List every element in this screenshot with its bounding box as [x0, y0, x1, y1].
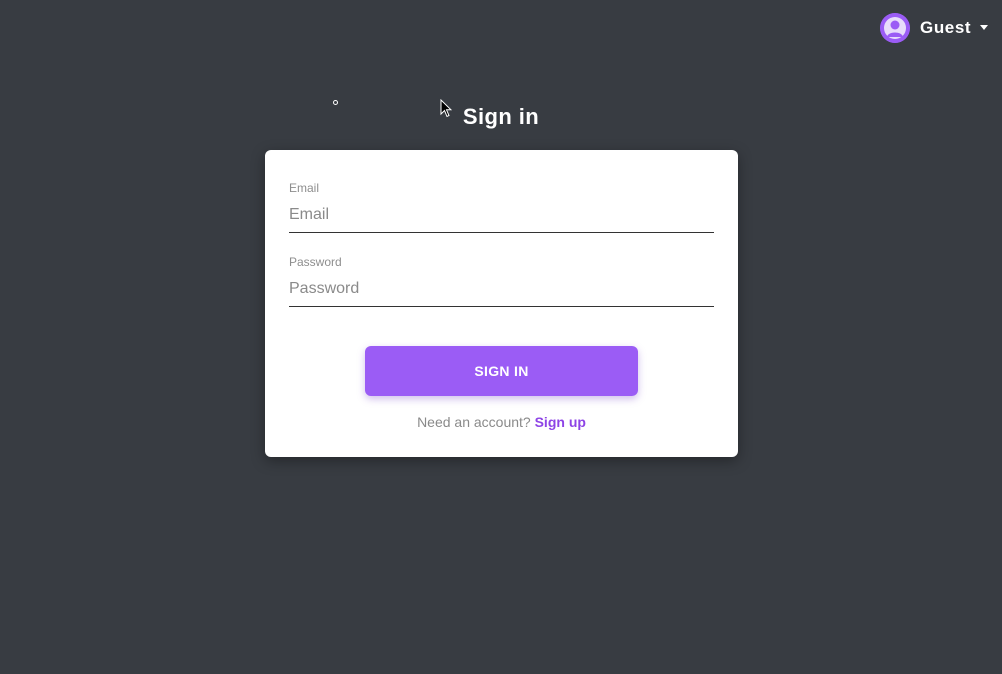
user-menu[interactable]: Guest	[880, 13, 989, 43]
signup-prompt-text: Need an account?	[417, 414, 531, 430]
sign-in-button[interactable]: SIGN IN	[365, 346, 638, 396]
page: Guest Sign in Email Password SIGN IN Nee…	[0, 0, 1002, 674]
page-title: Sign in	[462, 104, 540, 129]
signin-card: Email Password SIGN IN Need an account? …	[265, 150, 738, 457]
signup-prompt-line: Need an account? Sign up	[265, 414, 738, 430]
password-label: Password	[289, 255, 342, 269]
email-label: Email	[289, 181, 320, 195]
caret-down-icon[interactable]	[980, 24, 989, 30]
user-name[interactable]: Guest	[920, 18, 971, 38]
cursor-dot-icon	[333, 100, 338, 105]
mouse-cursor-icon	[440, 98, 453, 123]
user-avatar-icon	[880, 13, 910, 43]
password-input[interactable]	[289, 272, 714, 307]
sign-up-link[interactable]: Sign up	[535, 414, 586, 430]
email-input[interactable]	[289, 198, 714, 233]
